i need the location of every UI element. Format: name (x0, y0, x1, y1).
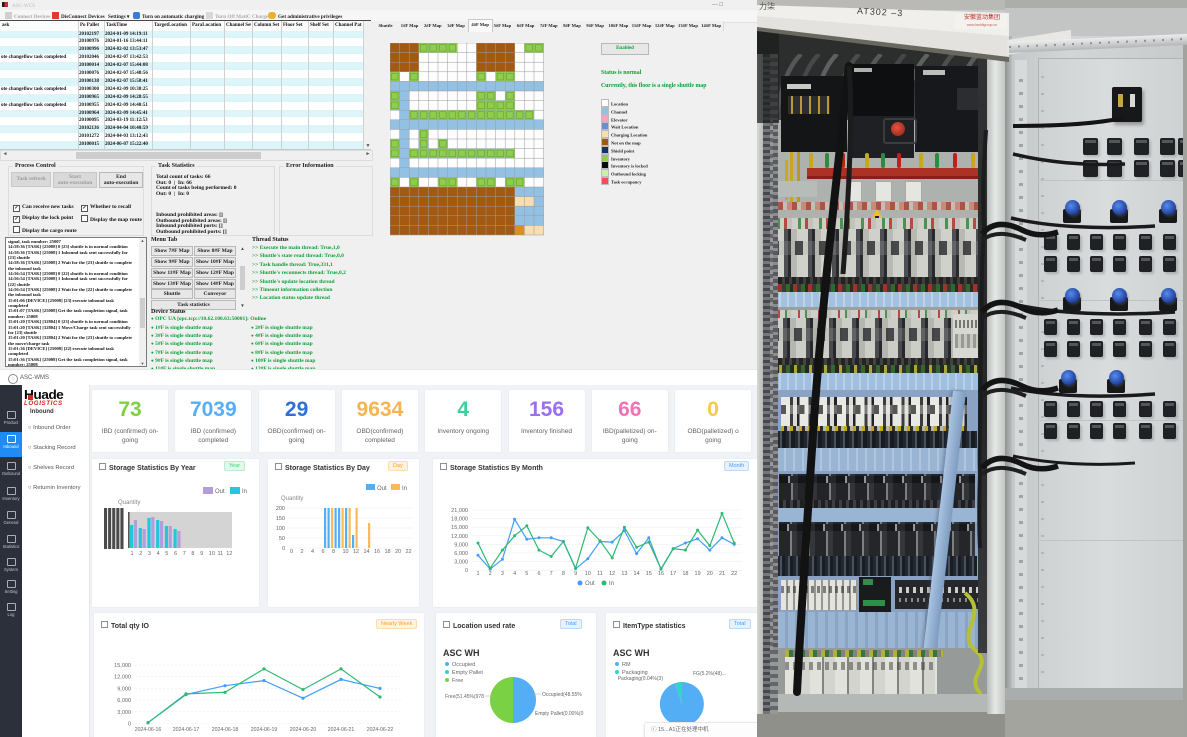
svg-text:20: 20 (707, 571, 713, 577)
svg-text:2: 2 (489, 571, 492, 577)
svg-text:In: In (609, 581, 614, 587)
svg-text:2024-06-19: 2024-06-19 (251, 727, 278, 733)
svg-text:2: 2 (301, 549, 304, 555)
svg-text:6: 6 (537, 571, 540, 577)
svg-text:7: 7 (183, 551, 186, 557)
svg-text:0: 0 (282, 546, 285, 552)
svg-text:19: 19 (695, 571, 701, 577)
svg-text:16: 16 (374, 549, 380, 555)
svg-text:4: 4 (157, 551, 160, 557)
svg-text:17: 17 (670, 571, 676, 577)
svg-text:1: 1 (476, 571, 479, 577)
svg-text:1: 1 (131, 551, 134, 557)
svg-text:2024-06-20: 2024-06-20 (290, 727, 317, 733)
svg-text:7: 7 (550, 571, 553, 577)
svg-text:3: 3 (148, 551, 151, 557)
svg-text:6,000: 6,000 (117, 698, 131, 704)
svg-text:0: 0 (290, 549, 293, 555)
svg-text:2: 2 (139, 551, 142, 557)
svg-text:14: 14 (634, 571, 640, 577)
svg-text:0: 0 (465, 568, 468, 574)
svg-text:11: 11 (597, 571, 603, 577)
svg-text:0: 0 (128, 722, 131, 728)
svg-text:Empty Pallet: Empty Pallet (452, 670, 483, 676)
svg-text:Occupied: Occupied (452, 662, 475, 668)
svg-text:ASC WH: ASC WH (613, 648, 650, 658)
svg-text:Empty Pallet(0.00%(0: Empty Pallet(0.00%(0 (535, 711, 584, 717)
svg-text:4: 4 (513, 571, 516, 577)
svg-text:9,000: 9,000 (454, 542, 468, 548)
svg-text:22: 22 (406, 549, 412, 555)
svg-text:18,000: 18,000 (451, 517, 468, 523)
svg-text:In: In (402, 486, 407, 492)
svg-text:2024-06-22: 2024-06-22 (367, 727, 394, 733)
svg-text:15,000: 15,000 (451, 525, 468, 531)
svg-text:3: 3 (501, 571, 504, 577)
svg-text:14: 14 (364, 549, 370, 555)
svg-text:Free(51.45%(978: Free(51.45%(978 (445, 694, 484, 700)
svg-text:Quantity: Quantity (118, 500, 140, 506)
svg-text:8: 8 (191, 551, 194, 557)
svg-text:9: 9 (574, 571, 577, 577)
svg-text:Out: Out (585, 581, 595, 587)
svg-text:10: 10 (343, 549, 349, 555)
svg-text:21,000: 21,000 (451, 508, 468, 514)
svg-text:12: 12 (609, 571, 615, 577)
svg-text:Quantity: Quantity (281, 496, 303, 502)
svg-text:150: 150 (276, 516, 285, 522)
svg-text:6: 6 (174, 551, 177, 557)
svg-text:11: 11 (218, 551, 224, 557)
svg-text:2024-06-18: 2024-06-18 (212, 727, 239, 733)
svg-text:5: 5 (525, 571, 528, 577)
svg-text:15,000: 15,000 (114, 663, 131, 669)
svg-text:ASC WH: ASC WH (443, 648, 480, 658)
svg-text:9: 9 (200, 551, 203, 557)
svg-text:12,000: 12,000 (451, 534, 468, 540)
svg-text:Out: Out (377, 486, 387, 492)
svg-text:16: 16 (658, 571, 664, 577)
svg-text:2024-06-21: 2024-06-21 (328, 727, 355, 733)
svg-text:9,000: 9,000 (117, 686, 131, 692)
svg-text:3,000: 3,000 (454, 560, 468, 566)
svg-text:18: 18 (682, 571, 688, 577)
svg-text:6,000: 6,000 (454, 551, 468, 557)
svg-text:2024-06-16: 2024-06-16 (135, 727, 162, 733)
svg-text:12,000: 12,000 (114, 675, 131, 681)
svg-text:100: 100 (276, 526, 285, 532)
svg-text:12: 12 (226, 551, 232, 557)
svg-text:3,000: 3,000 (117, 710, 131, 716)
svg-text:22: 22 (731, 571, 737, 577)
svg-text:50: 50 (279, 536, 285, 542)
svg-text:6: 6 (322, 549, 325, 555)
svg-text:21: 21 (719, 571, 725, 577)
svg-text:Free: Free (452, 678, 463, 684)
svg-text:12: 12 (353, 549, 359, 555)
svg-text:2024-06-17: 2024-06-17 (173, 727, 200, 733)
svg-text:Occupied(48.55%: Occupied(48.55% (542, 692, 582, 698)
svg-text:10: 10 (585, 571, 591, 577)
svg-text:RM: RM (622, 662, 631, 668)
svg-text:10: 10 (209, 551, 215, 557)
svg-text:200: 200 (276, 506, 285, 512)
svg-text:FG(5.2%(48)...: FG(5.2%(48)... (693, 671, 726, 677)
svg-text:8: 8 (562, 571, 565, 577)
svg-text:8: 8 (332, 549, 335, 555)
svg-text:4: 4 (311, 549, 314, 555)
svg-text:Out: Out (215, 489, 225, 495)
svg-text:18: 18 (385, 549, 391, 555)
svg-text:5: 5 (165, 551, 168, 557)
svg-text:13: 13 (621, 571, 627, 577)
svg-text:Packaging(0.04%(3): Packaging(0.04%(3) (618, 676, 664, 682)
svg-text:In: In (242, 489, 247, 495)
svg-text:15: 15 (646, 571, 652, 577)
svg-text:20: 20 (395, 549, 401, 555)
